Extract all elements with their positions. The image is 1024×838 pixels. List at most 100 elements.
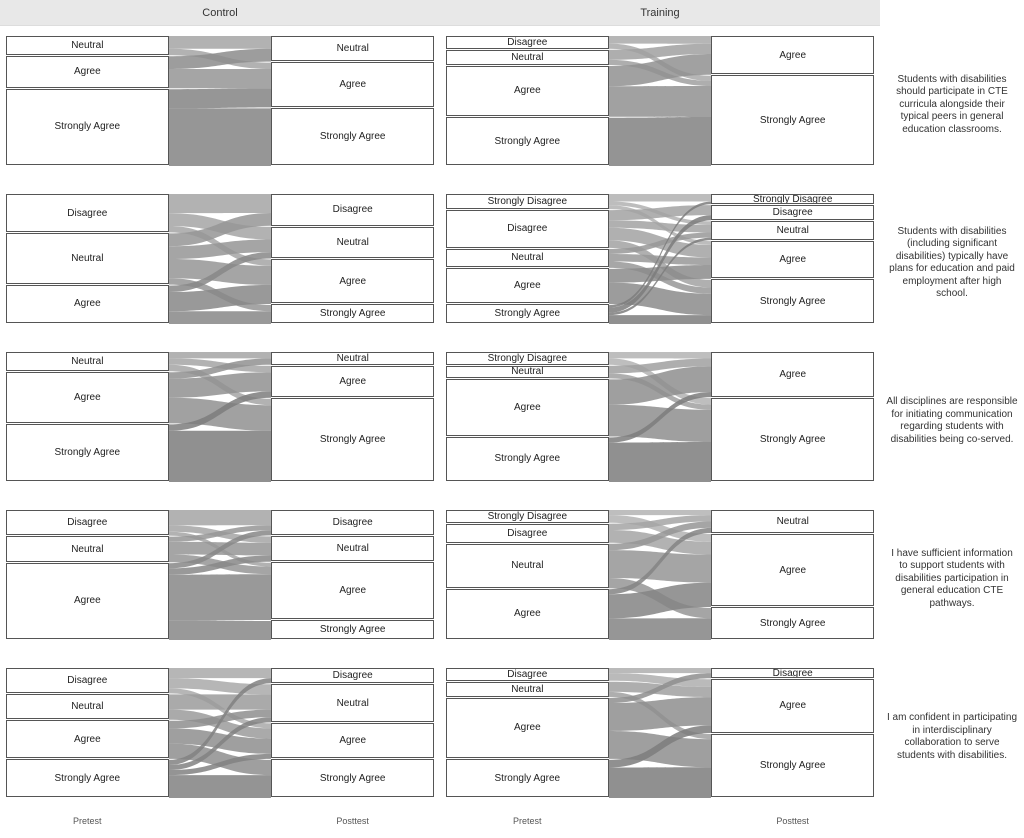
pretest-node: Disagree (6, 668, 169, 693)
posttest-node: Strongly Agree (271, 620, 434, 639)
pretest-node: Agree (446, 379, 609, 436)
sankey-links (169, 36, 272, 166)
pretest-node: Agree (446, 589, 609, 639)
sankey-flow (609, 352, 712, 358)
posttest-node: Agree (711, 534, 874, 606)
posttest-node: Agree (711, 36, 874, 74)
sankey-chart: NeutralAgreeStrongly AgreeNeutralAgreeSt… (0, 26, 440, 184)
sankey-flow (169, 108, 272, 166)
posttest-node: Agree (271, 366, 434, 398)
pretest-node: Strongly Disagree (446, 352, 609, 365)
row-statement-text: All disciplines are responsible for init… (886, 396, 1018, 446)
row-statement: Students with disabilities should partic… (880, 26, 1024, 184)
sankey-chart: DisagreeNeutralAgreeStrongly AgreeAgreeS… (440, 26, 880, 184)
row-statement: I have sufficient information to support… (880, 500, 1024, 658)
sankey-links (609, 194, 712, 324)
posttest-node: Agree (271, 259, 434, 303)
sankey-chart: NeutralAgreeStrongly AgreeNeutralAgreeSt… (0, 342, 440, 500)
posttest-node: Strongly Agree (271, 398, 434, 481)
sankey-flow (169, 69, 272, 88)
pretest-node: Strongly Agree (446, 117, 609, 165)
posttest-node: Agree (711, 352, 874, 397)
row-statement-text: I have sufficient information to support… (886, 548, 1018, 611)
sankey-flow (169, 621, 272, 640)
pretest-node: Disagree (446, 210, 609, 248)
posttest-node: Strongly Agree (271, 759, 434, 797)
sankey-chart: Strongly DisagreeNeutralAgreeStrongly Ag… (440, 342, 880, 500)
posttest-node: Agree (271, 562, 434, 619)
sankey-flow (169, 352, 272, 358)
pretest-node: Agree (446, 66, 609, 116)
posttest-node: Strongly Agree (711, 279, 874, 323)
pretest-node: Agree (6, 563, 169, 639)
pretest-node: Agree (6, 56, 169, 88)
posttest-node: Strongly Agree (711, 734, 874, 798)
pretest-node: Neutral (6, 233, 169, 284)
sankey-flow (609, 550, 712, 583)
posttest-node: Neutral (271, 536, 434, 561)
posttest-node: Neutral (711, 510, 874, 533)
pretest-node: Disagree (446, 668, 609, 681)
row-statement-text: Students with disabilities (including si… (886, 226, 1018, 301)
pretest-node: Disagree (6, 510, 169, 535)
posttest-node: Agree (711, 679, 874, 732)
sankey-links (169, 510, 272, 640)
posttest-node: Strongly Agree (711, 607, 874, 639)
sankey-links (609, 510, 712, 640)
sankey-flow (169, 775, 272, 798)
row-statement-text: Students with disabilities should partic… (886, 74, 1018, 137)
row-statement: I am confident in participating in inter… (880, 658, 1024, 816)
sankey-flow (169, 510, 272, 525)
x-axis-posttest: Posttest (711, 816, 874, 830)
posttest-node: Neutral (271, 227, 434, 259)
posttest-node: Disagree (711, 668, 874, 678)
sankey-links (609, 352, 712, 482)
posttest-node: Neutral (271, 352, 434, 365)
sankey-flow (609, 767, 712, 798)
sankey-flow (169, 668, 272, 678)
sankey-flow (169, 311, 272, 324)
posttest-node: Disagree (711, 205, 874, 220)
posttest-node: Disagree (271, 668, 434, 683)
column-header: Training (440, 0, 880, 26)
pretest-node: Disagree (446, 524, 609, 543)
sankey-flow (609, 117, 712, 166)
pretest-node: Strongly Agree (446, 759, 609, 797)
posttest-node: Neutral (271, 684, 434, 722)
sankey-flow (609, 315, 712, 324)
sankey-flow (169, 574, 272, 621)
sankey-flow (609, 668, 712, 673)
sankey-flow (609, 36, 712, 44)
sankey-chart: DisagreeNeutralAgreeStrongly AgreeDisagr… (440, 658, 880, 816)
pretest-node: Agree (446, 268, 609, 303)
sankey-links (169, 352, 272, 482)
sankey-flow (609, 618, 712, 640)
pretest-node: Neutral (6, 536, 169, 561)
pretest-node: Strongly Agree (446, 304, 609, 323)
posttest-node: Disagree (271, 510, 434, 535)
pretest-node: Neutral (446, 544, 609, 588)
pretest-node: Neutral (6, 352, 169, 371)
pretest-node: Neutral (446, 366, 609, 379)
pretest-node: Agree (446, 698, 609, 758)
posttest-node: Strongly Agree (711, 75, 874, 165)
pretest-node: Agree (6, 720, 169, 758)
posttest-node: Strongly Agree (271, 304, 434, 323)
pretest-node: Strongly Agree (6, 424, 169, 481)
sankey-chart: DisagreeNeutralAgreeDisagreeNeutralAgree… (0, 184, 440, 342)
posttest-node: Strongly Agree (711, 398, 874, 481)
sankey-links (169, 194, 272, 324)
sankey-chart: DisagreeNeutralAgreeDisagreeNeutralAgree… (0, 500, 440, 658)
sankey-links (169, 668, 272, 798)
posttest-node: Agree (711, 241, 874, 279)
posttest-node: Disagree (271, 194, 434, 226)
pretest-node: Neutral (446, 50, 609, 65)
posttest-node: Strongly Agree (271, 108, 434, 165)
sankey-links (609, 668, 712, 798)
x-axis-pretest: Pretest (446, 816, 609, 830)
row-statement: All disciplines are responsible for init… (880, 342, 1024, 500)
column-header: Control (0, 0, 440, 26)
sankey-flow (609, 194, 712, 202)
posttest-node: Strongly Disagree (711, 194, 874, 204)
sankey-flow (169, 88, 272, 108)
